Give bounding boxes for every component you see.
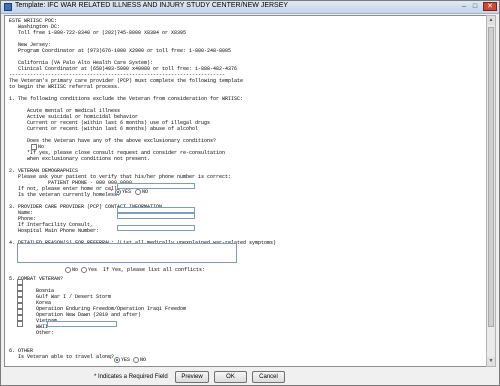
travel-no-radio[interactable] [133, 357, 139, 363]
scroll-up-icon[interactable]: ▲ [487, 16, 495, 25]
preview-button[interactable]: Preview [175, 371, 209, 383]
template-line: Is the veteran currently homeless? [9, 192, 121, 198]
homeless-yes-radio[interactable] [115, 189, 121, 195]
combat-no-radio[interactable] [65, 267, 71, 273]
scroll-down-icon[interactable]: ▼ [487, 357, 495, 366]
vertical-scrollbar[interactable]: ▲ ▼ [486, 15, 496, 367]
template-line: to begin the WRIISC referral process. [9, 84, 121, 90]
homeless-required-marker: * [110, 189, 114, 195]
title-bar: Template: IFC WAR RELATED ILLNESS AND IN… [1, 1, 499, 14]
template-line: Program Coordinator at (973)676-1000 X29… [9, 48, 232, 54]
homeless-yes-label: YES [122, 189, 132, 195]
scroll-thumb[interactable] [488, 27, 494, 327]
template-line: when exclusionary conditions not present… [9, 156, 151, 162]
hospital-main-phone-input[interactable] [117, 225, 195, 231]
template-line: Current or recent (within last 6 months)… [9, 126, 199, 132]
cancel-button[interactable]: Cancel [252, 371, 285, 383]
travel-yes-label: YES [121, 357, 131, 363]
ok-button[interactable]: OK [214, 371, 247, 383]
combat-conflict-instruction: If Yes, please list all conflicts: [103, 267, 206, 273]
travel-yes-radio[interactable] [114, 357, 120, 363]
dialog-footer: * Indicates a Required Field Preview OK … [1, 368, 499, 386]
conflict-other-input[interactable] [47, 321, 117, 327]
template-line: 1. The following conditions exclude the … [9, 96, 244, 102]
required-field-note: * Indicates a Required Field [94, 374, 168, 380]
template-dialog: Template: IFC WAR RELATED ILLNESS AND IN… [0, 0, 500, 386]
window-title: Template: IFC WAR RELATED ILLNESS AND IN… [15, 2, 289, 9]
app-icon [4, 3, 12, 11]
template-line: Other: [9, 330, 55, 336]
close-button[interactable]: ✕ [483, 2, 497, 11]
travel-required-marker: * [109, 357, 113, 363]
template-line: Is Veteran able to travel alone? [9, 354, 115, 360]
q1-no-label: No [38, 144, 45, 150]
template-line: Hospital Main Phone Number: [9, 228, 100, 234]
homeless-no-label: NO [142, 189, 149, 195]
minimize-button[interactable]: – [459, 2, 469, 11]
template-content: ESTE WRIISC POC: Washington DC: Toll fre… [4, 15, 487, 367]
homeless-no-radio[interactable] [135, 189, 141, 195]
conflict-other-checkbox[interactable] [17, 321, 23, 327]
q1-no-checkbox[interactable] [31, 144, 37, 150]
maximize-button[interactable]: □ [470, 2, 480, 11]
combat-yes-radio[interactable] [81, 267, 87, 273]
referral-reason-textarea[interactable] [17, 243, 237, 263]
combat-yes-label: Yes [88, 267, 98, 273]
combat-no-label: No [72, 267, 79, 273]
template-line: Toll free 1-800-722-8340 or (202)745-800… [9, 30, 187, 36]
travel-no-label: NO [140, 357, 147, 363]
pcp-phone-input[interactable] [117, 213, 195, 219]
